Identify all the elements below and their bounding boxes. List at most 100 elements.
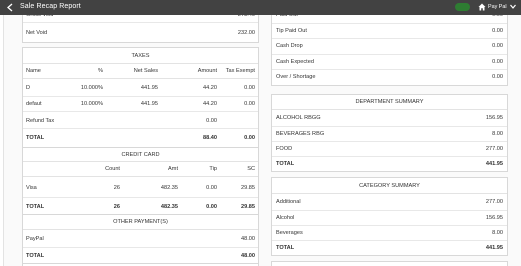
tax-name: defaut [26, 101, 42, 107]
category-name: Beverages [276, 230, 303, 236]
category-name: Alcohol [276, 215, 295, 221]
report-content[interactable]: Gross Void 278.40 Net Void 232.00 TAXES … [0, 15, 521, 266]
row-value: 0.00 [492, 74, 503, 80]
header-net-sales: Net Sales [133, 68, 158, 74]
department-name: BEVERAGES RBG [276, 131, 325, 137]
cash-row: Cash Drop 0.00 [272, 38, 507, 53]
category-value: 156.95 [485, 215, 503, 221]
total-label: TOTAL [26, 253, 45, 259]
void-card: Gross Void 278.40 Net Void 232.00 [22, 15, 259, 43]
home-icon[interactable] [478, 3, 486, 11]
total-label: TOTAL [26, 204, 45, 210]
category-value: 8.00 [492, 230, 503, 236]
header-tip: Tip [209, 166, 217, 172]
total-amount: 88.40 [203, 135, 217, 141]
header-amount: Amount [197, 68, 217, 74]
payment-value: 48.00 [241, 236, 255, 242]
list-item: Beverages 8.00 [272, 225, 507, 240]
total-label: TOTAL [26, 135, 45, 141]
row-label: Net Void [26, 30, 48, 36]
user-name[interactable]: Pay Pal [488, 4, 507, 10]
cash-row: Over / Shortage 0.00 [272, 69, 507, 84]
list-item: ALCOHOL RBGG 156.95 [272, 111, 507, 126]
payment-name: PayPal [26, 236, 44, 242]
row-value: 0.00 [492, 28, 503, 34]
tax-exempt: 0.00 [244, 85, 255, 91]
back-arrow-icon[interactable] [6, 3, 14, 12]
row-label: Paid Out [276, 15, 298, 18]
card-count: 26 [113, 185, 120, 191]
chevron-down-icon[interactable] [509, 2, 517, 12]
header-count: Count [105, 166, 120, 172]
taxes-header-row: Name % Net Sales Amount Tax Exempt [23, 64, 258, 79]
tax-name: D [26, 85, 31, 91]
taxes-card: TAXES Name % Net Sales Amount Tax Exempt… [22, 47, 259, 157]
row-label: Cash Drop [276, 43, 303, 49]
total-value: 441.95 [485, 245, 503, 251]
refund-tax-amount: 0.00 [206, 118, 217, 124]
other-payments-card: OTHER PAYMENT(S) PayPal 48.00 TOTAL 48.0… [22, 214, 259, 264]
tax-net-sales: 441.95 [140, 101, 158, 107]
header-name: Name [26, 68, 41, 74]
row-value: 0.00 [492, 43, 503, 49]
tax-percent: 10.000% [80, 85, 103, 91]
list-item: Alcohol 156.95 [272, 210, 507, 225]
card-sc: 29.85 [241, 185, 255, 191]
taxes-title: TAXES [23, 48, 258, 64]
credit-card-title: CREDIT CARD [23, 148, 258, 162]
tax-amount: 44.20 [203, 101, 217, 107]
card-name: Visa [26, 185, 37, 191]
total-amt: 482.35 [160, 204, 178, 210]
header-sc: SC [247, 166, 255, 172]
total-label: TOTAL [276, 245, 295, 251]
total-value: 48.00 [241, 253, 255, 259]
cash-card: Paid Out 0.00 Tip Paid Out 0.00 Cash Dro… [271, 15, 508, 86]
credit-card-total-row: TOTAL 26 482.35 0.00 29.85 [23, 197, 258, 212]
total-label: TOTAL [276, 161, 295, 167]
department-summary-card: DEPARTMENT SUMMARY ALCOHOL RBGG 156.95 B… [271, 94, 508, 172]
table-row: D 10.000% 441.95 44.20 0.00 [23, 81, 258, 96]
top-bar: Sale Recap Report Pay Pal [0, 0, 521, 15]
category-name: Additional [276, 199, 301, 205]
credit-card-header-row: Count Amt Tip SC [23, 162, 258, 177]
category-value: 277.00 [485, 199, 503, 205]
cash-row: Cash Expected 0.00 [272, 54, 507, 69]
category-total-row: TOTAL 441.95 [272, 240, 507, 255]
row-label: Tip Paid Out [276, 28, 307, 34]
page-title: Sale Recap Report [20, 3, 81, 10]
tax-exempt: 0.00 [244, 101, 255, 107]
department-summary-title: DEPARTMENT SUMMARY [272, 95, 507, 110]
total-value: 441.95 [485, 161, 503, 167]
department-name: FOOD [276, 146, 293, 152]
cash-row: Tip Paid Out 0.00 [272, 23, 507, 38]
row-value: 0.00 [492, 59, 503, 65]
other-payments-total-row: TOTAL 48.00 [23, 247, 258, 262]
row-label: Cash Expected [276, 59, 314, 65]
list-item: PayPal 48.00 [23, 232, 258, 247]
total-tax-exempt: 0.00 [244, 135, 255, 141]
list-item: Additional 277.00 [272, 195, 507, 210]
tax-net-sales: 441.95 [140, 85, 158, 91]
department-value: 8.00 [492, 131, 503, 137]
list-item: FOOD 277.00 [272, 141, 507, 156]
row-value: 232.00 [237, 30, 255, 36]
list-item: BEVERAGES RBG 8.00 [272, 126, 507, 141]
table-row: defaut 10.000% 441.95 44.20 0.00 [23, 96, 258, 111]
department-value: 156.95 [485, 115, 503, 121]
card-amt: 482.35 [160, 185, 178, 191]
department-value: 277.00 [485, 146, 503, 152]
header-amt: Amt [168, 166, 178, 172]
refund-tax-row: Refund Tax 0.00 [23, 111, 258, 126]
department-total-row: TOTAL 441.95 [272, 156, 507, 171]
total-tip: 0.00 [206, 204, 217, 210]
other-payments-title: OTHER PAYMENT(S) [23, 215, 258, 230]
department-name: ALCOHOL RBGG [276, 115, 321, 121]
row-label: Over / Shortage [276, 74, 316, 80]
taxes-total-row: TOTAL 88.40 0.00 [23, 128, 258, 143]
cash-row: Paid Out 0.00 [272, 15, 507, 23]
category-summary-card: CATEGORY SUMMARY Additional 277.00 Alcoh… [271, 177, 508, 256]
next-card-edge [271, 261, 508, 266]
side-strip [0, 15, 4, 266]
tax-amount: 44.20 [203, 85, 217, 91]
total-count: 26 [113, 204, 120, 210]
